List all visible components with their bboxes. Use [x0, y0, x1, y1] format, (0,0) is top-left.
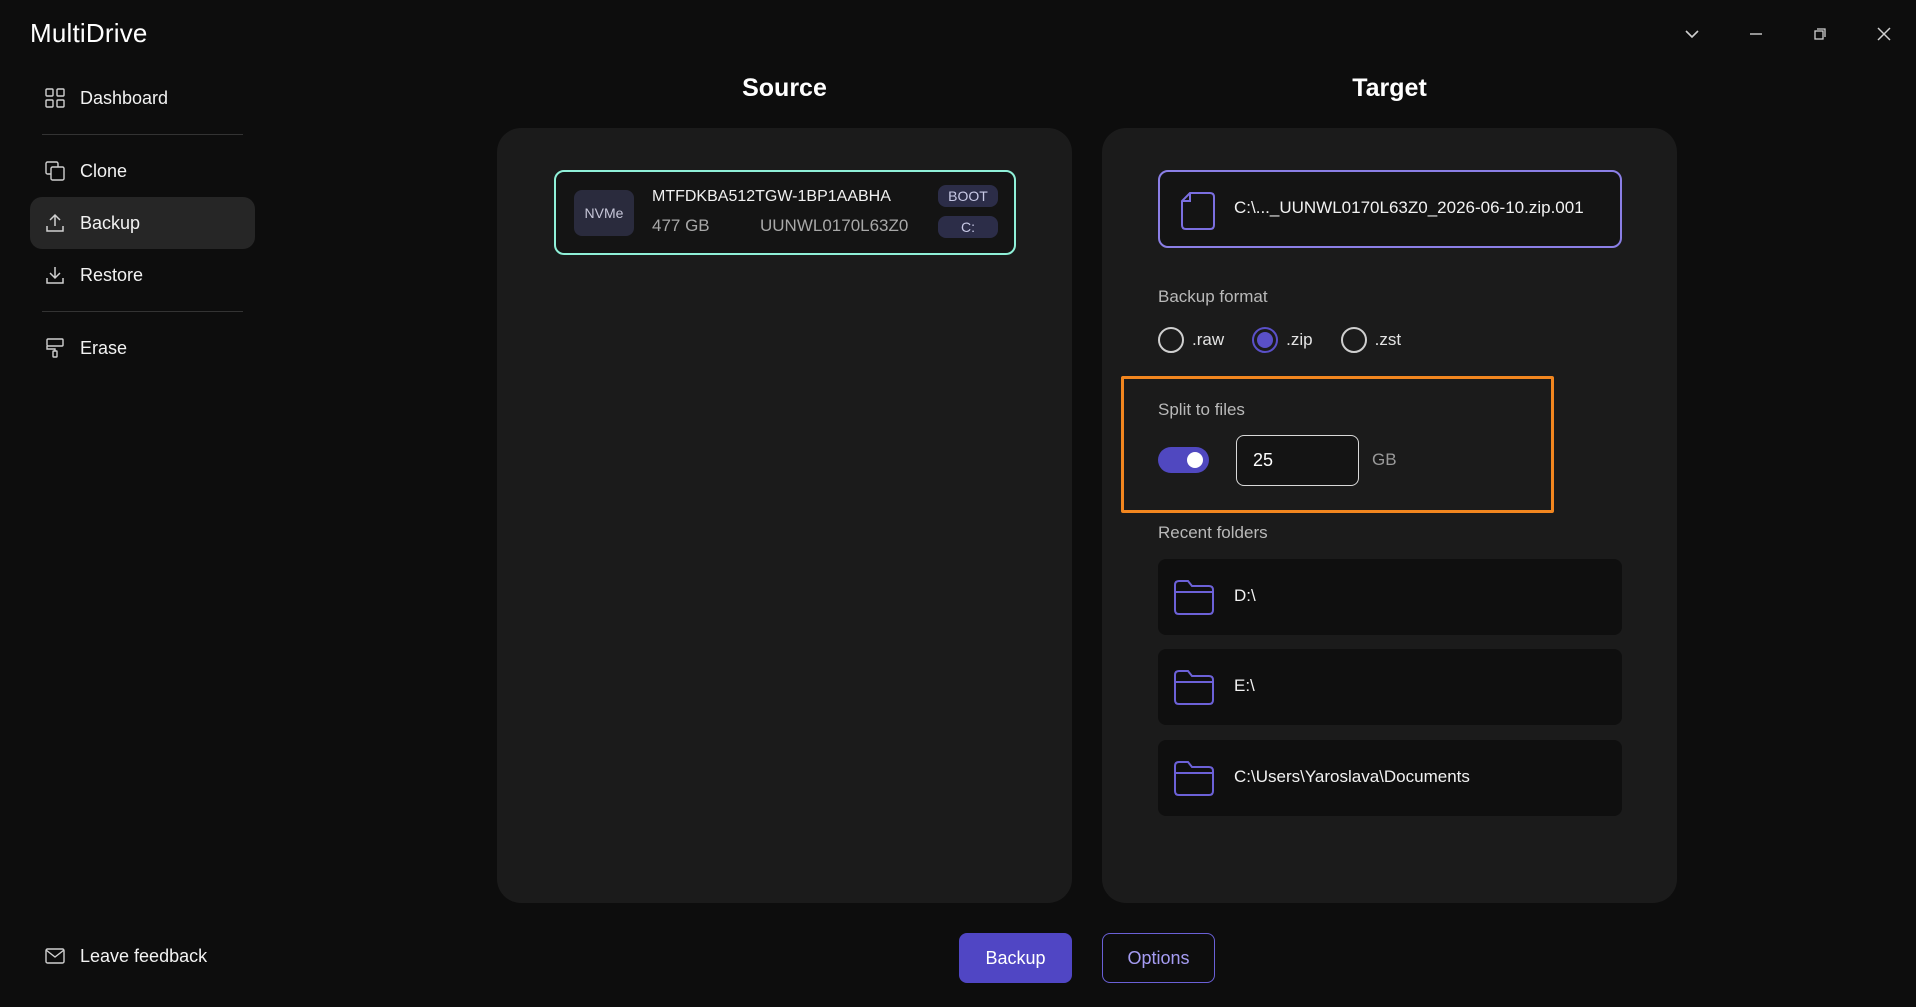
- feedback-area: Leave feedback: [30, 930, 255, 982]
- folder-path: D:\: [1234, 586, 1256, 605]
- app-title: MultiDrive: [30, 18, 148, 48]
- recent-folder-item[interactable]: C:\Users\Yaroslava\Documents: [1158, 740, 1622, 816]
- disk-serial: UUNWL0170L63Z0: [760, 216, 909, 235]
- paint-roller-icon: [42, 335, 68, 361]
- folder-icon: [1174, 670, 1214, 705]
- sidebar-item-label: Erase: [80, 337, 128, 358]
- split-size-input[interactable]: [1236, 435, 1359, 486]
- sidebar-item-backup[interactable]: Backup: [30, 197, 255, 249]
- sidebar: Dashboard Clone Backup Restore Erase: [30, 72, 255, 374]
- disk-size: 477 GB: [652, 216, 710, 235]
- drive-letter-tag: C:: [938, 216, 998, 238]
- split-toggle[interactable]: [1158, 447, 1209, 473]
- leave-feedback-link[interactable]: Leave feedback: [30, 930, 255, 982]
- download-icon: [42, 262, 68, 288]
- format-zip-option[interactable]: .zip: [1252, 327, 1313, 353]
- sidebar-item-label: Dashboard: [80, 87, 169, 108]
- sidebar-item-erase[interactable]: Erase: [30, 322, 255, 374]
- recent-folder-item[interactable]: D:\: [1158, 559, 1622, 635]
- folder-icon: [1174, 580, 1214, 615]
- radio-zip[interactable]: [1252, 327, 1279, 353]
- divider: [42, 311, 243, 312]
- folder-icon: [1174, 761, 1214, 796]
- disk-model: MTFDKBA512TGW-1BP1AABHA: [652, 188, 891, 205]
- source-heading: Source: [742, 74, 827, 102]
- close-button[interactable]: [1852, 0, 1916, 68]
- format-zst-label: .zst: [1374, 330, 1402, 349]
- sidebar-item-label: Backup: [80, 212, 141, 233]
- feedback-label: Leave feedback: [80, 945, 208, 966]
- sidebar-item-label: Clone: [80, 160, 128, 181]
- restore-icon: [1814, 28, 1826, 40]
- close-icon: [1877, 27, 1891, 41]
- disk-type-badge: NVMe: [574, 190, 634, 236]
- sidebar-item-clone[interactable]: Clone: [30, 145, 255, 197]
- radio-raw[interactable]: [1158, 327, 1184, 353]
- dashboard-icon: [42, 85, 68, 111]
- minimize-button[interactable]: [1724, 0, 1788, 68]
- chevron-down-icon: [1685, 30, 1699, 39]
- split-label: Split to files: [1158, 400, 1245, 419]
- app-window: MultiDrive Dashboard Clone Backup Restor…: [0, 0, 1916, 1007]
- restore-button[interactable]: [1788, 0, 1852, 68]
- mail-icon: [42, 943, 68, 969]
- format-raw-label: .raw: [1192, 330, 1225, 349]
- format-raw-option[interactable]: .raw: [1158, 327, 1224, 353]
- recent-folders-label: Recent folders: [1158, 523, 1268, 542]
- folder-path: E:\: [1234, 676, 1255, 695]
- target-heading: Target: [1352, 74, 1427, 102]
- backup-button[interactable]: Backup: [959, 933, 1072, 983]
- window-controls: [1660, 0, 1916, 68]
- file-icon: [1181, 192, 1215, 230]
- split-unit: GB: [1372, 450, 1397, 469]
- source-disk-card[interactable]: NVMe MTFDKBA512TGW-1BP1AABHA 477 GB UUNW…: [554, 170, 1016, 255]
- radio-zst[interactable]: [1340, 327, 1367, 353]
- target-path: C:\..._UUNWL0170L63Z0_2026-06-10.zip.001: [1234, 198, 1584, 217]
- boot-tag: BOOT: [938, 185, 998, 207]
- folder-path: C:\Users\Yaroslava\Documents: [1234, 767, 1470, 786]
- backup-format-options: .raw .zip .zst: [1158, 327, 1429, 353]
- sidebar-item-dashboard[interactable]: Dashboard: [30, 72, 255, 124]
- target-file-field[interactable]: C:\..._UUNWL0170L63Z0_2026-06-10.zip.001: [1158, 170, 1622, 248]
- options-button[interactable]: Options: [1102, 933, 1215, 983]
- upload-icon: [42, 210, 68, 236]
- sidebar-item-restore[interactable]: Restore: [30, 249, 255, 301]
- backup-format-label: Backup format: [1158, 287, 1268, 306]
- dropdown-button[interactable]: [1660, 0, 1724, 68]
- divider: [42, 134, 243, 135]
- recent-folder-item[interactable]: E:\: [1158, 649, 1622, 725]
- clone-icon: [42, 158, 68, 184]
- format-zip-label: .zip: [1286, 330, 1313, 349]
- minimize-icon: [1750, 33, 1762, 35]
- sidebar-item-label: Restore: [80, 264, 144, 285]
- format-zst-option[interactable]: .zst: [1340, 327, 1402, 353]
